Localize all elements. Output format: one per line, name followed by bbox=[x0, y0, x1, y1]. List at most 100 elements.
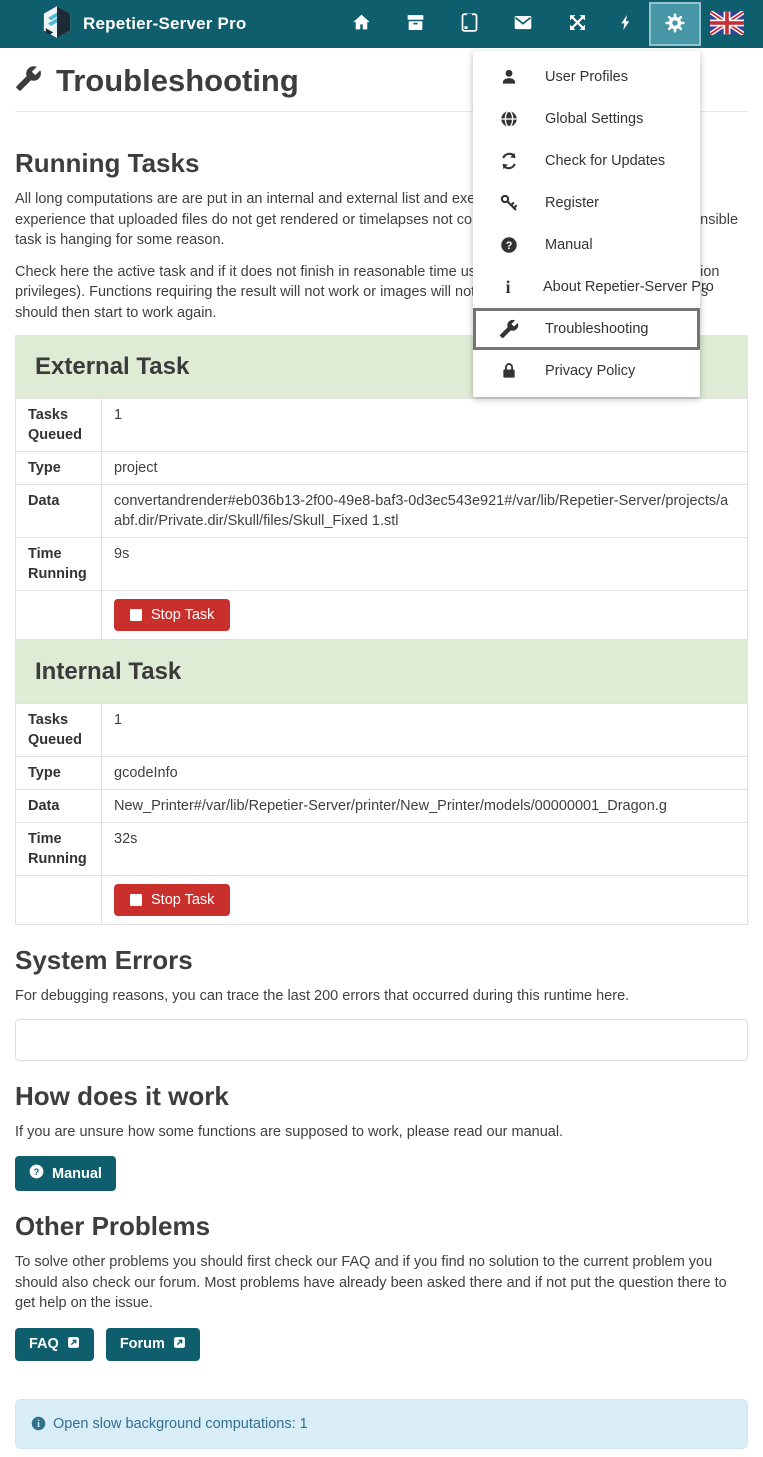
row-label: Tasks Queued bbox=[16, 399, 102, 452]
menu-item-label: User Profiles bbox=[545, 69, 628, 85]
archive-box-icon bbox=[405, 12, 426, 36]
question-circle-icon: ? bbox=[29, 1164, 44, 1183]
table-row: Data convertandrender#eb036b13-2f00-49e8… bbox=[16, 485, 748, 538]
printer-frame-icon bbox=[459, 12, 480, 36]
table-row: Data New_Printer#/var/lib/Repetier-Serve… bbox=[16, 790, 748, 823]
user-icon bbox=[498, 67, 520, 87]
faq-button-label: FAQ bbox=[29, 1336, 59, 1352]
menu-item-global-settings[interactable]: Global Settings bbox=[473, 98, 700, 140]
stop-internal-task-button[interactable]: Stop Task bbox=[114, 884, 230, 916]
internal-task-heading: Internal Task bbox=[15, 640, 748, 703]
menu-item-troubleshooting[interactable]: Troubleshooting bbox=[473, 308, 700, 350]
touch-ui-button[interactable] bbox=[442, 0, 496, 48]
home-button[interactable] bbox=[334, 0, 388, 48]
svg-text:?: ? bbox=[506, 240, 513, 252]
table-row: Type gcodeInfo bbox=[16, 757, 748, 790]
printers-button[interactable] bbox=[388, 0, 442, 48]
manual-button-label: Manual bbox=[52, 1166, 102, 1182]
row-label: Tasks Queued bbox=[16, 704, 102, 757]
system-errors-text: For debugging reasons, you can trace the… bbox=[15, 986, 748, 1007]
menu-item-privacy-policy[interactable]: Privacy Policy bbox=[473, 350, 700, 392]
fullscreen-button[interactable] bbox=[550, 0, 604, 48]
stop-icon bbox=[130, 894, 142, 906]
row-value: 1 bbox=[102, 399, 748, 452]
forum-button[interactable]: Forum bbox=[106, 1328, 200, 1361]
row-label bbox=[16, 591, 102, 640]
svg-text:?: ? bbox=[34, 1167, 40, 1177]
system-errors-log-box bbox=[15, 1019, 748, 1061]
table-row: Tasks Queued 1 bbox=[16, 704, 748, 757]
table-row: Type project bbox=[16, 452, 748, 485]
svg-text:i: i bbox=[506, 277, 511, 297]
refresh-icon bbox=[498, 151, 520, 171]
navbar: Repetier-Server Pro bbox=[0, 0, 763, 48]
task-panels: External Task Tasks Queued 1 Type projec… bbox=[15, 335, 748, 925]
row-value: convertandrender#eb036b13-2f00-49e8-baf3… bbox=[102, 485, 748, 538]
wrench-icon bbox=[15, 65, 42, 97]
row-value: project bbox=[102, 452, 748, 485]
external-link-icon bbox=[173, 1336, 186, 1353]
manual-button[interactable]: ? Manual bbox=[15, 1156, 116, 1191]
other-problems-heading: Other Problems bbox=[15, 1211, 748, 1241]
bolt-icon bbox=[617, 12, 635, 36]
menu-item-label: Register bbox=[545, 195, 599, 211]
alert-text: Open slow background computations: 1 bbox=[53, 1416, 308, 1432]
quick-actions-button[interactable] bbox=[604, 0, 648, 48]
table-row: Time Running 32s bbox=[16, 823, 748, 876]
menu-item-label: Global Settings bbox=[545, 111, 643, 127]
row-value: 1 bbox=[102, 704, 748, 757]
info-icon: i bbox=[498, 277, 518, 297]
wrench-icon bbox=[498, 319, 520, 339]
gear-icon bbox=[664, 12, 686, 37]
stop-external-task-button[interactable]: Stop Task bbox=[114, 599, 230, 631]
settings-menu: User Profiles Global Settings Check for … bbox=[473, 51, 700, 397]
row-label: Type bbox=[16, 757, 102, 790]
row-value: New_Printer#/var/lib/Repetier-Server/pri… bbox=[102, 790, 748, 823]
brand[interactable]: Repetier-Server Pro bbox=[42, 5, 246, 44]
messages-button[interactable] bbox=[496, 0, 550, 48]
row-label bbox=[16, 876, 102, 925]
external-task-table: Tasks Queued 1 Type project Data convert… bbox=[15, 398, 748, 640]
menu-item-label: Manual bbox=[545, 237, 593, 253]
system-errors-heading: System Errors bbox=[15, 945, 748, 975]
globe-icon bbox=[498, 109, 520, 129]
menu-item-label: Troubleshooting bbox=[545, 321, 648, 337]
table-row: Stop Task bbox=[16, 876, 748, 925]
app-title: Repetier-Server Pro bbox=[83, 14, 246, 34]
row-value: gcodeInfo bbox=[102, 757, 748, 790]
menu-item-register[interactable]: Register bbox=[473, 182, 700, 224]
row-value: 9s bbox=[102, 538, 748, 591]
how-text: If you are unsure how some functions are… bbox=[15, 1122, 748, 1143]
stop-button-label: Stop Task bbox=[151, 607, 214, 623]
how-heading: How does it work bbox=[15, 1081, 748, 1111]
stop-button-label: Stop Task bbox=[151, 892, 214, 908]
background-computations-alert: i Open slow background computations: 1 bbox=[15, 1399, 748, 1449]
nav-icons bbox=[334, 0, 752, 48]
menu-item-manual[interactable]: ? Manual bbox=[473, 224, 700, 266]
faq-button[interactable]: FAQ bbox=[15, 1328, 94, 1361]
internal-task-table: Tasks Queued 1 Type gcodeInfo Data New_P… bbox=[15, 703, 748, 925]
language-flag-icon bbox=[710, 11, 744, 38]
table-row: Tasks Queued 1 bbox=[16, 399, 748, 452]
other-problems-text: To solve other problems you should first… bbox=[15, 1252, 748, 1314]
row-value: 32s bbox=[102, 823, 748, 876]
forum-button-label: Forum bbox=[120, 1336, 165, 1352]
settings-button[interactable] bbox=[649, 2, 701, 46]
row-label: Data bbox=[16, 485, 102, 538]
row-label: Data bbox=[16, 790, 102, 823]
menu-item-about[interactable]: i About Repetier-Server Pro bbox=[473, 266, 700, 308]
expand-arrows-icon bbox=[567, 12, 588, 36]
svg-text:i: i bbox=[37, 1419, 40, 1430]
menu-item-check-updates[interactable]: Check for Updates bbox=[473, 140, 700, 182]
table-row: Time Running 9s bbox=[16, 538, 748, 591]
menu-item-label: About Repetier-Server Pro bbox=[543, 279, 714, 295]
menu-item-user-profiles[interactable]: User Profiles bbox=[473, 56, 700, 98]
row-label: Time Running bbox=[16, 823, 102, 876]
mail-icon bbox=[512, 12, 534, 36]
row-label: Type bbox=[16, 452, 102, 485]
row-label: Time Running bbox=[16, 538, 102, 591]
app-logo bbox=[42, 5, 72, 44]
key-icon bbox=[498, 193, 520, 213]
language-button[interactable] bbox=[702, 0, 752, 48]
question-circle-icon: ? bbox=[498, 235, 520, 255]
